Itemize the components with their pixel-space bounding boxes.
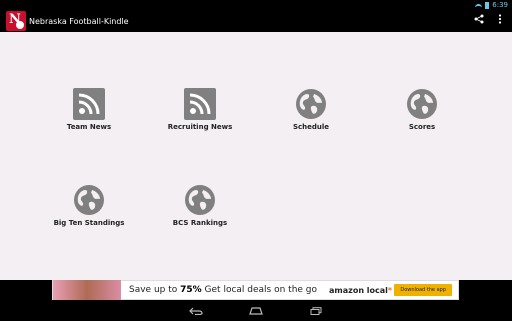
ad-download-button[interactable]: Download the app <box>394 284 452 296</box>
tile-bcs-rankings[interactable]: BCS Rankings <box>150 184 250 227</box>
tile-recruiting-news[interactable]: Recruiting News <box>150 88 250 131</box>
battery-icon <box>485 1 490 9</box>
tile-label: Schedule <box>292 123 330 131</box>
ad-headline-prefix: Save up to <box>129 285 181 295</box>
tile-schedule[interactable]: Schedule <box>261 88 361 131</box>
action-bar: N Nebraska Football-Kindle <box>0 10 512 32</box>
ad-image <box>53 280 121 300</box>
overflow-menu-icon[interactable] <box>498 14 502 24</box>
share-icon[interactable] <box>474 14 484 24</box>
status-icons: 6:39 <box>475 0 508 10</box>
back-icon[interactable] <box>189 307 203 315</box>
navigation-bar <box>0 300 512 321</box>
ad-headline-percent: 75% <box>180 285 202 295</box>
rss-icon <box>184 88 216 120</box>
clock: 6:39 <box>492 1 508 9</box>
football-icon <box>16 21 24 29</box>
recent-apps-icon[interactable] <box>309 306 323 315</box>
tile-label: Scores <box>408 123 436 131</box>
tile-label: Big Ten Standings <box>53 219 125 227</box>
globe-icon <box>184 184 216 216</box>
menu-grid: Team News Recruiting News Schedule Score… <box>0 32 512 280</box>
globe-icon <box>406 88 438 120</box>
ad-headline-suffix: Get local deals on the go <box>201 285 318 295</box>
tile-scores[interactable]: Scores <box>372 88 472 131</box>
screen: 6:39 N Nebraska Football-Kindle Team New… <box>0 0 512 321</box>
home-icon[interactable] <box>249 306 263 315</box>
main-content: Team News Recruiting News Schedule Score… <box>0 32 512 280</box>
tile-big-ten-standings[interactable]: Big Ten Standings <box>39 184 139 227</box>
rss-icon <box>73 88 105 120</box>
app-logo-icon[interactable]: N <box>6 11 26 31</box>
globe-icon <box>295 88 327 120</box>
ad-banner[interactable]: Save up to 75% Get local deals on the go… <box>52 280 459 300</box>
tile-team-news[interactable]: Team News <box>39 88 139 131</box>
action-bar-actions <box>474 14 502 24</box>
status-bar: 6:39 <box>0 0 512 10</box>
ad-headline: Save up to 75% Get local deals on the go <box>129 285 317 295</box>
ad-brand-accent: * <box>387 285 393 295</box>
ad-brand: amazon local* <box>329 286 392 295</box>
ad-brand-text: amazon local <box>329 285 388 295</box>
tile-label: Team News <box>66 123 112 131</box>
tile-label: BCS Rankings <box>172 219 228 227</box>
globe-icon <box>73 184 105 216</box>
app-title: Nebraska Football-Kindle <box>29 16 129 26</box>
tile-label: Recruiting News <box>167 123 233 131</box>
